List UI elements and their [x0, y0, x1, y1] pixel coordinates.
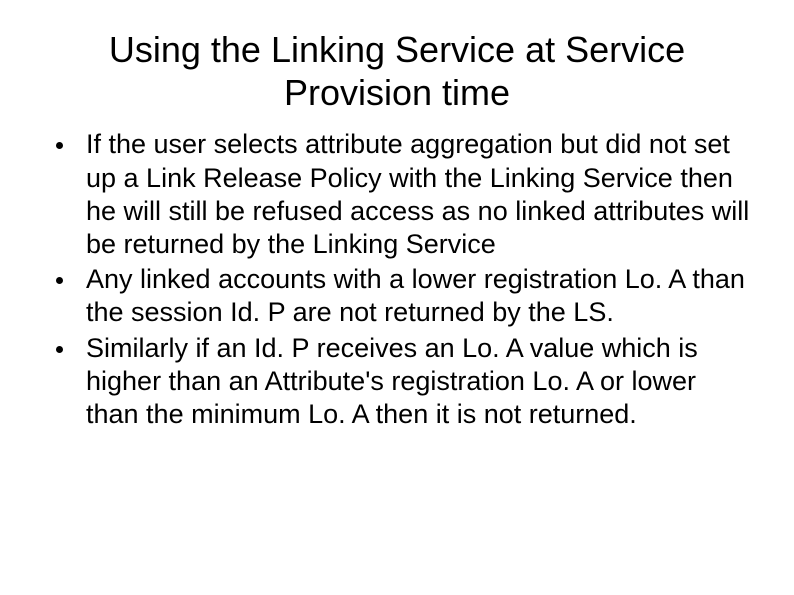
list-item: Any linked accounts with a lower registr… — [40, 263, 754, 329]
list-item: Similarly if an Id. P receives an Lo. A … — [40, 332, 754, 432]
list-item: If the user selects attribute aggregatio… — [40, 128, 754, 261]
bullet-list: If the user selects attribute aggregatio… — [40, 128, 754, 433]
bullet-text: If the user selects attribute aggregatio… — [86, 129, 749, 259]
slide: Using the Linking Service at Service Pro… — [0, 0, 794, 595]
bullet-text: Any linked accounts with a lower registr… — [86, 264, 745, 327]
slide-title: Using the Linking Service at Service Pro… — [70, 28, 724, 114]
bullet-text: Similarly if an Id. P receives an Lo. A … — [86, 333, 698, 429]
